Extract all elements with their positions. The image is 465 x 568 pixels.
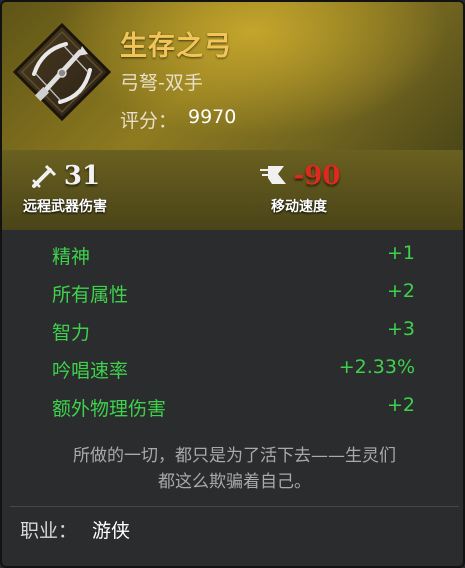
move-speed-label: 移动速度 [271,199,327,215]
stat-value: +3 [386,318,415,340]
class-value: 游侠 [92,520,131,542]
stat-name: 所有属性 [52,284,129,306]
stat-row-spirit: 精神 +1 [2,234,463,272]
class-label: 职业： [20,520,78,542]
lore-text: 所做的一切，都只是为了活下去——生灵们 都这么欺骗着自己。 [22,443,447,495]
stat-row-intellect: 智力 +3 [2,310,463,348]
lore-line-1: 所做的一切，都只是为了活下去——生灵们 [73,446,396,466]
stat-name: 额外物理伤害 [52,398,167,420]
stat-value: +1 [386,242,415,264]
stat-row-extra-physical-damage: 额外物理伤害 +2 [2,386,463,424]
stat-row-cast-speed: 吟唱速率 +2.33% [2,348,463,386]
crossbow-icon [12,22,112,122]
stat-value: +2 [386,394,415,416]
move-speed-icon [258,162,288,190]
stat-value: +2 [386,280,415,302]
item-header: 生存之弓 弓弩-双手 评分： 9970 [2,2,463,150]
ranged-damage-label: 远程武器伤害 [23,199,107,215]
primary-stats: 31 远程武器伤害 -90 移动速度 [2,150,463,230]
item-tooltip: 生存之弓 弓弩-双手 评分： 9970 31 远程武器伤害 -90 移动速度 精… [0,0,465,568]
lore-line-2: 都这么欺骗着自己。 [158,472,311,492]
move-speed-value: -90 [293,161,341,191]
item-score-label: 评分： [120,110,178,132]
stat-name: 吟唱速率 [52,360,129,382]
primary-stat-ranged-damage: 31 远程武器伤害 [2,158,140,216]
item-score-value: 9970 [188,106,237,128]
stat-list: 精神 +1 所有属性 +2 智力 +3 吟唱速率 +2.33% 额外物理伤害 +… [2,234,463,424]
ranged-damage-value: 31 [63,161,101,191]
ranged-weapon-icon [30,162,58,190]
primary-stat-move-speed: -90 移动速度 [224,158,374,216]
stat-name: 智力 [52,322,91,344]
item-name: 生存之弓 [120,31,232,62]
stat-name: 精神 [52,246,91,268]
stat-value: +2.33% [338,356,415,378]
stat-row-all-attributes: 所有属性 +2 [2,272,463,310]
divider [10,506,459,507]
item-type: 弓弩-双手 [120,72,203,94]
